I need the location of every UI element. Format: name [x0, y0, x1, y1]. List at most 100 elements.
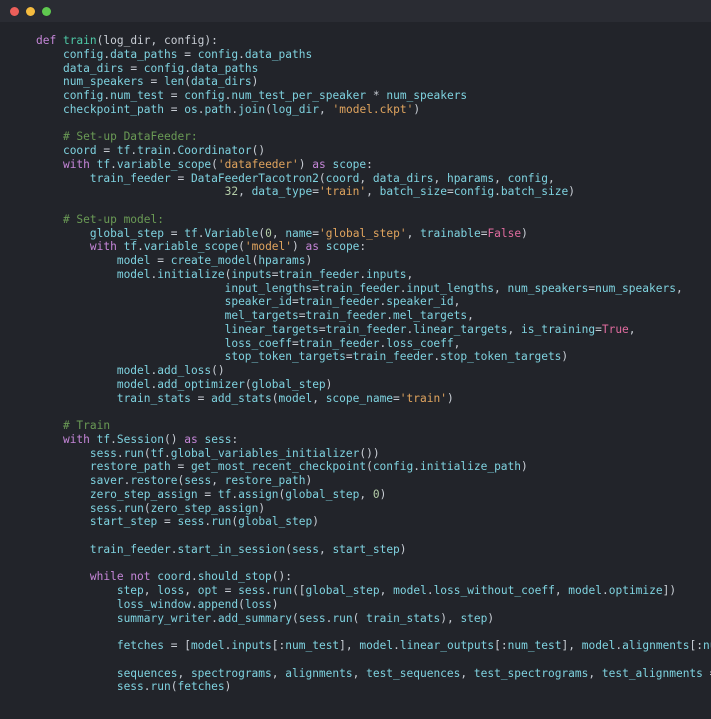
code-token: ()) — [359, 446, 380, 460]
code-token: train_feeder — [318, 281, 400, 295]
code-token: num_test — [285, 639, 340, 652]
code-token: Session — [116, 432, 165, 446]
code-token: Coordinator — [177, 144, 252, 157]
code-token: tf — [184, 226, 198, 240]
code-token: = — [96, 144, 117, 157]
code-token: def — [36, 34, 63, 47]
code-token: step — [116, 584, 144, 597]
code-token: 0 — [265, 226, 272, 240]
code-token: , — [379, 584, 394, 597]
code-token: ( — [366, 460, 373, 474]
code-token: = — [595, 322, 602, 336]
code-token: = — [393, 391, 400, 405]
code-line: def train(log_dir, config): — [36, 34, 711, 48]
code-token: global_step — [251, 377, 326, 391]
code-block[interactable]: def train(log_dir, config): config.data_… — [0, 22, 711, 694]
code-token: , — [359, 171, 373, 185]
code-token: variable_scope — [116, 157, 212, 171]
code-token: ) — [568, 185, 575, 199]
code-token: speaker_id — [386, 295, 454, 309]
code-token: 32 — [224, 185, 239, 199]
code-token: . — [110, 157, 117, 171]
code-token: , — [467, 309, 474, 322]
code-token: = — [312, 226, 320, 240]
code-token: model — [116, 364, 151, 377]
code-line: train_stats = add_stats(model, scope_nam… — [36, 392, 711, 406]
code-token: [: — [494, 639, 508, 652]
code-token: ) — [224, 680, 232, 694]
code-line: saver.restore(sess, restore_path) — [36, 474, 711, 488]
code-token: tf — [150, 446, 165, 460]
code-token: model — [359, 639, 394, 652]
code-token: train_stats — [366, 611, 441, 625]
code-token: ( — [285, 542, 292, 556]
code-token: sequences — [116, 666, 178, 680]
code-token: 0 — [372, 487, 380, 501]
code-token: start_step — [89, 515, 158, 529]
code-token: ( — [211, 157, 218, 171]
code-token: model — [116, 254, 151, 267]
code-token: = — [318, 322, 326, 336]
code-token: get_most_recent_checkpoint — [190, 460, 367, 474]
code-token: , — [433, 171, 447, 185]
code-token: , — [211, 474, 225, 487]
code-token: global_variables_initializer — [170, 446, 360, 460]
code-token: config — [507, 171, 549, 185]
code-token: len — [164, 75, 185, 89]
code-token: ([ — [292, 584, 306, 597]
code-line: input_lengths=train_feeder.input_lengths… — [36, 282, 711, 296]
code-line: while not coord.should_stop(): — [36, 570, 711, 584]
code-token: restore_path — [89, 460, 171, 474]
code-token: model — [393, 584, 427, 597]
code-token: = — [291, 295, 299, 309]
code-token: model — [116, 377, 151, 391]
code-token: batch_size — [379, 185, 447, 199]
code-token: ( — [143, 501, 151, 515]
code-token: not — [130, 570, 158, 584]
close-window-button[interactable] — [10, 6, 19, 16]
code-token: os — [184, 102, 198, 116]
code-token: . — [170, 144, 178, 157]
code-token: , — [318, 542, 333, 556]
code-token: = — [163, 226, 185, 240]
code-token: . — [238, 47, 245, 61]
code-token: ) — [298, 157, 313, 171]
code-token: = — [217, 584, 239, 597]
code-token: mel_targets — [224, 309, 299, 322]
code-token: ) — [271, 597, 279, 611]
code-token: ( — [143, 446, 151, 460]
code-token: = — [164, 89, 185, 102]
code-token: () — [211, 364, 225, 377]
code-token: . — [164, 446, 171, 460]
code-line: loss_coeff=train_feeder.loss_coeff, — [36, 337, 711, 351]
code-token: inputs — [366, 267, 407, 281]
minimize-window-button[interactable] — [26, 6, 35, 16]
code-token: start_in_session — [177, 542, 286, 556]
code-token: loss_coeff — [386, 336, 454, 350]
code-line: train_feeder = DataFeederTacotron2(coord… — [36, 172, 711, 186]
code-token: spectrograms — [190, 666, 272, 680]
code-token: = — [157, 515, 178, 529]
maximize-window-button[interactable] — [42, 6, 51, 16]
code-token: [: — [689, 639, 703, 652]
code-token: global_step — [305, 584, 380, 597]
code-line: sess.run(fetches) — [36, 680, 711, 694]
code-token: , — [628, 322, 636, 336]
code-token: test_sequences — [366, 666, 461, 680]
code-token: path — [204, 102, 232, 116]
code-token: run — [271, 584, 293, 597]
code-token: . — [184, 61, 191, 75]
code-token: data_paths — [244, 47, 313, 61]
